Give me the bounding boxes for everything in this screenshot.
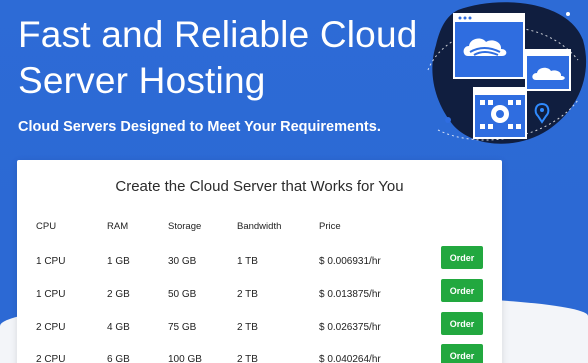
price-cell: $ 0.026375/hr [319,322,381,333]
cloud-hosting-illustration [427,2,587,144]
order-button[interactable]: Order [441,312,483,335]
table-row: 2 CPU 4 GB 75 GB 2 TB $ 0.026375/hr Orde… [17,312,502,345]
gear-window-icon [473,87,527,139]
order-button[interactable]: Order [441,344,483,363]
column-header-storage: Storage [168,221,202,232]
storage-cell: 100 GB [168,354,202,363]
storage-cell: 75 GB [168,322,197,333]
ram-cell: 1 GB [107,256,130,267]
bandwidth-cell: 2 TB [237,354,258,363]
ram-cell: 4 GB [107,322,130,333]
price-cell: $ 0.040264/hr [319,354,381,363]
hero-subheadline: Cloud Servers Designed to Meet Your Requ… [18,119,381,135]
pricing-table-header: CPU RAM Storage Bandwidth Price [17,221,502,235]
price-cell: $ 0.006931/hr [319,256,381,267]
ram-cell: 6 GB [107,354,130,363]
column-header-cpu: CPU [36,221,57,232]
cloud-window-icon [453,13,525,79]
price-cell: $ 0.013875/hr [319,289,381,300]
table-row: 1 CPU 1 GB 30 GB 1 TB $ 0.006931/hr Orde… [17,246,502,279]
cpu-cell: 2 CPU [36,322,66,333]
cpu-cell: 1 CPU [36,256,66,267]
hero-headline: Fast and Reliable Cloud Server Hosting [18,14,418,101]
table-row: 1 CPU 2 GB 50 GB 2 TB $ 0.013875/hr Orde… [17,279,502,312]
table-row: 2 CPU 6 GB 100 GB 2 TB $ 0.040264/hr Ord… [17,344,502,363]
bandwidth-cell: 2 TB [237,289,258,300]
cloud-icon [525,49,571,91]
column-header-price: Price [319,221,341,232]
column-header-bandwidth: Bandwidth [237,221,282,232]
column-header-ram: RAM [107,221,129,232]
cpu-cell: 1 CPU [36,289,66,300]
pricing-card: Create the Cloud Server that Works for Y… [17,160,502,363]
pricing-card-title: Create the Cloud Server that Works for Y… [115,178,404,195]
bandwidth-cell: 1 TB [237,256,258,267]
storage-cell: 30 GB [168,256,197,267]
order-button[interactable]: Order [441,246,483,269]
storage-cell: 50 GB [168,289,197,300]
order-button[interactable]: Order [441,279,483,302]
cpu-cell: 2 CPU [36,354,66,363]
ram-cell: 2 GB [107,289,130,300]
bandwidth-cell: 2 TB [237,322,258,333]
